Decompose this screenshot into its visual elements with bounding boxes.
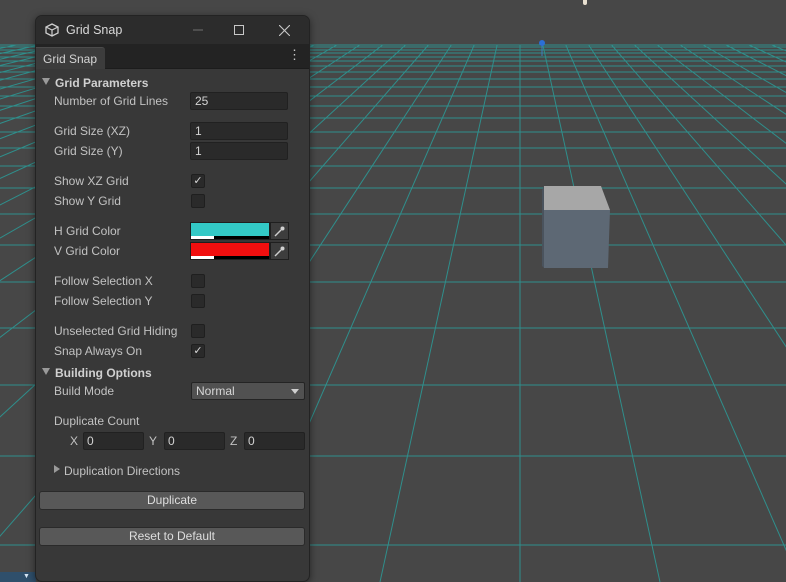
eyedropper-icon [274,246,285,256]
window-titlebar[interactable]: Grid Snap [36,16,309,44]
h-grid-color-row: H Grid Color [36,222,309,240]
grid-size-y-input[interactable]: 1 [190,142,288,160]
grid-line [680,44,786,115]
grid-line [748,44,786,63]
grid-line [0,44,17,49]
field-label: V Grid Color [54,244,121,258]
follow-selection-x-checkbox[interactable] [191,274,205,288]
field-label: Number of Grid Lines [54,94,169,108]
field-label: Grid Size (Y) [54,144,123,158]
chevron-right-icon [54,465,60,473]
snap-always-on-row: Snap Always On ✓ [36,342,309,360]
grid-size-xz-input[interactable]: 1 [190,122,288,140]
z-label: Z [230,434,238,448]
build-mode-dropdown[interactable]: Normal [191,382,305,400]
minimize-button[interactable] [178,16,218,44]
grid-line [702,44,786,94]
foldout-arrow-icon [42,78,50,85]
field-label: Build Mode [54,384,115,398]
unselected-grid-hiding-checkbox[interactable] [191,324,205,338]
follow-selection-y-checkbox[interactable] [191,294,205,308]
follow-selection-x-row: Follow Selection X [36,272,309,290]
scene-pivot-icon [539,40,545,56]
close-button[interactable] [264,16,304,44]
field-label: Duplicate Count [54,414,140,428]
foldout-arrow-icon [42,368,50,375]
selected-cube[interactable] [542,186,612,275]
snap-always-on-checkbox[interactable]: ✓ [191,344,205,358]
duplicate-count-z-input[interactable]: 0 [244,432,305,450]
tab-grid-snap[interactable]: Grid Snap [36,47,105,69]
field-label: Grid Size (XZ) [54,124,131,138]
unselected-grid-hiding-row: Unselected Grid Hiding [36,322,309,340]
duplicate-count-xyz-row: X 0 Y 0 Z 0 [36,432,309,450]
v-grid-color-swatch[interactable] [190,242,270,260]
y-label: Y [149,434,158,448]
follow-selection-y-row: Follow Selection Y [36,292,309,310]
scene-light-icon [583,0,587,5]
number-of-grid-lines-row: Number of Grid Lines 25 [36,92,309,110]
grid-size-xz-row: Grid Size (XZ) 1 [36,122,309,140]
field-label: Follow Selection Y [54,294,153,308]
field-label: Follow Selection X [54,274,153,288]
x-label: X [70,434,79,448]
section-building-options[interactable]: Building Options [36,364,309,382]
grid-snap-window: Grid Snap Grid Snap ⋮ Grid Parameters Nu… [35,15,310,582]
chevron-down-icon [291,389,299,394]
duplicate-count-row: Duplicate Count [36,412,309,430]
section-grid-parameters[interactable]: Grid Parameters [36,74,309,92]
field-label: Unselected Grid Hiding [54,324,178,338]
duplicate-count-x-input[interactable]: 0 [83,432,144,450]
h-grid-color-picker-button[interactable] [270,222,289,240]
duplicate-count-y-input[interactable]: 0 [164,432,225,450]
show-y-grid-checkbox[interactable] [191,194,205,208]
grid-size-y-row: Grid Size (Y) 1 [36,142,309,160]
close-icon [278,24,290,36]
maximize-button[interactable] [219,16,259,44]
duplicate-button[interactable]: Duplicate [39,491,305,510]
unity-cube-icon [45,23,59,37]
minimize-icon [193,29,203,31]
cube-icon [542,186,610,268]
number-of-grid-lines-input[interactable]: 25 [190,92,288,110]
h-grid-color-swatch[interactable] [190,222,270,240]
build-mode-row: Build Mode Normal [36,382,309,400]
field-label: Show XZ Grid [54,174,129,188]
section-header: Building Options [55,366,152,380]
duplication-directions-foldout[interactable]: Duplication Directions [36,462,309,480]
maximize-icon [234,25,244,35]
grid-line [725,44,786,77]
grid-line [588,44,786,348]
grid-line [771,44,786,52]
tab-label: Grid Snap [43,51,98,66]
kebab-menu-icon[interactable]: ⋮ [288,48,301,62]
build-mode-value: Normal [196,384,235,398]
reset-to-default-button[interactable]: Reset to Default [39,527,305,546]
show-xz-grid-row: Show XZ Grid ✓ [36,172,309,190]
v-grid-color-row: V Grid Color [36,242,309,260]
field-label: Show Y Grid [54,194,121,208]
v-grid-color-picker-button[interactable] [270,242,289,260]
eyedropper-icon [274,226,285,236]
show-y-grid-row: Show Y Grid [36,192,309,210]
show-xz-grid-checkbox[interactable]: ✓ [191,174,205,188]
bottom-panel-tab[interactable]: ▼ [0,572,36,582]
field-label: Snap Always On [54,344,143,358]
field-label: Duplication Directions [64,464,181,478]
tab-bar: Grid Snap ⋮ [36,44,309,69]
window-title: Grid Snap [66,23,123,37]
grid-line [565,44,786,552]
field-label: H Grid Color [54,224,121,238]
grid-line [611,44,786,246]
chevron-down-icon: ▼ [23,573,30,580]
section-header: Grid Parameters [55,76,149,90]
